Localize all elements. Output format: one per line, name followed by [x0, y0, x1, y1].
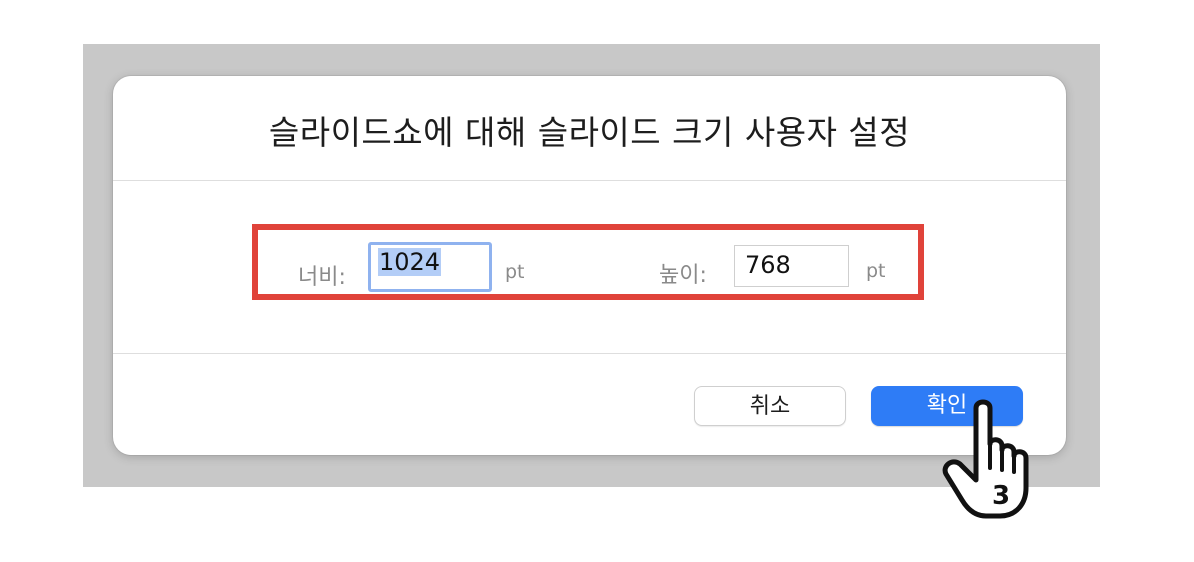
size-fields-highlight: [252, 224, 924, 300]
step-number: 3: [992, 481, 1010, 511]
slide-size-dialog: 슬라이드쇼에 대해 슬라이드 크기 사용자 설정 너비: 1024 pt 높이:…: [113, 76, 1066, 455]
hand-pointer-icon: 3: [942, 399, 1029, 519]
footer-divider: [113, 353, 1066, 354]
title-divider: [113, 180, 1066, 181]
dialog-title: 슬라이드쇼에 대해 슬라이드 크기 사용자 설정: [268, 113, 911, 152]
cancel-button[interactable]: 취소: [694, 386, 846, 426]
